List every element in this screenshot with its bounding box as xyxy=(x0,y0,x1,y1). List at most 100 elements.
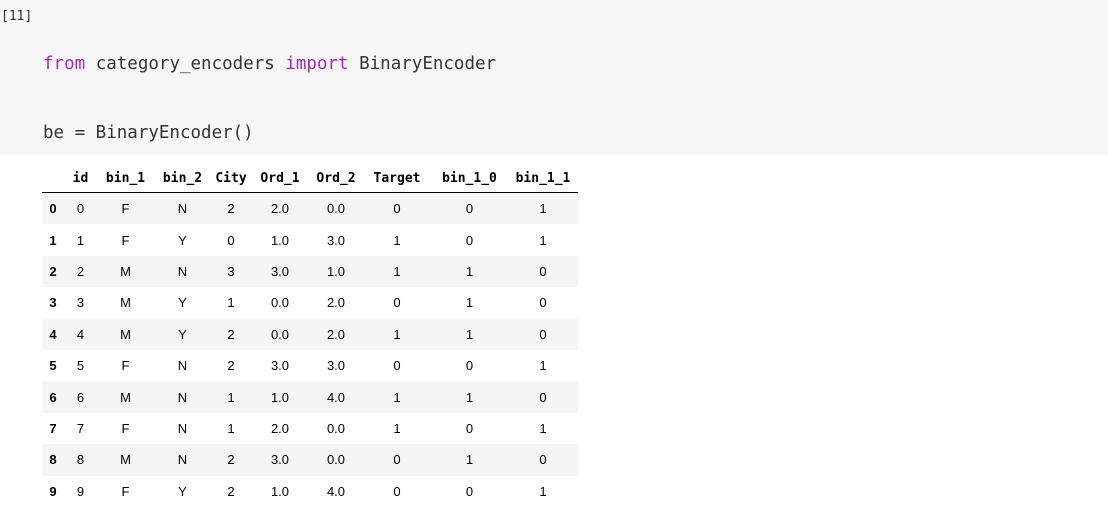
table-row: 2 2 M N 3 3.0 1.0 1 1 0 xyxy=(42,255,578,288)
cell-ord-2: 3.0 xyxy=(326,358,346,374)
cell-bin-1-0: 0 xyxy=(465,420,474,436)
import-name: BinaryEncoder xyxy=(348,54,497,74)
cell-city: 1 xyxy=(227,389,235,405)
cell-bin-1: M xyxy=(120,389,131,405)
cell-output: id bin_1 bin_2 City Ord_1 Ord_2 Target b… xyxy=(42,165,578,507)
row-index: 1 xyxy=(49,232,57,248)
cell-bin-1: F xyxy=(121,483,130,499)
column-header-city: City xyxy=(211,165,251,193)
table-header-row: id bin_1 bin_2 City Ord_1 Ord_2 Target b… xyxy=(42,165,578,193)
cell-bin-1-0: 1 xyxy=(465,389,474,405)
index-header xyxy=(42,165,64,193)
row-index: 2 xyxy=(49,263,57,279)
cell-bin-2: Y xyxy=(178,483,187,499)
cell-bin-2: N xyxy=(177,263,188,279)
cell-city: 2 xyxy=(227,201,235,217)
cell-ord-1: 3.0 xyxy=(270,452,290,468)
dataframe-table: id bin_1 bin_2 City Ord_1 Ord_2 Target b… xyxy=(42,165,578,507)
table-row: 7 7 F N 1 2.0 0.0 1 0 1 xyxy=(42,412,578,445)
cell-bin-1-0: 1 xyxy=(465,263,474,279)
cell-ord-2: 0.0 xyxy=(326,201,346,217)
cell-bin-1-0: 1 xyxy=(465,295,474,311)
cell-id: 5 xyxy=(76,358,85,374)
cell-ord-1: 0.0 xyxy=(270,326,290,342)
execution-count-prompt: [11] xyxy=(1,9,33,24)
cell-ord-2: 4.0 xyxy=(326,389,346,405)
cell-bin-1-0: 0 xyxy=(465,483,474,499)
cell-id: 4 xyxy=(76,326,85,342)
cell-bin-1: M xyxy=(120,295,131,311)
cell-ord-2: 0.0 xyxy=(326,420,346,436)
column-header-bin-2: bin_2 xyxy=(154,165,211,193)
cell-bin-2: Y xyxy=(178,295,187,311)
table-body: 0 0 F N 2 2.0 0.0 0 0 1 1 1 F Y 0 1.0 3.0 1 0 1 2 2 M N 3 3.0 1.0 1… xyxy=(42,192,578,507)
cell-target: 1 xyxy=(393,389,401,405)
cell-ord-1: 1.0 xyxy=(270,232,290,248)
cell-bin-1: M xyxy=(120,263,131,279)
cell-target: 1 xyxy=(393,326,401,342)
cell-ord-1: 3.0 xyxy=(270,358,290,374)
cell-id: 9 xyxy=(76,483,85,499)
cell-bin-2: N xyxy=(177,452,188,468)
keyword-import: import xyxy=(285,54,349,74)
code-line-2: be = BinaryEncoder() xyxy=(43,123,254,143)
cell-bin-1: F xyxy=(121,232,130,248)
cell-ord-2: 2.0 xyxy=(326,326,346,342)
cell-bin-1-1: 1 xyxy=(539,483,547,499)
table-row: 4 4 M Y 2 0.0 2.0 1 1 0 xyxy=(42,318,578,350)
cell-city: 2 xyxy=(227,326,235,342)
code-cell-input[interactable]: [11] from category_encoders import Binar… xyxy=(0,0,1108,350)
table-row: 5 5 F N 2 3.0 3.0 0 0 1 xyxy=(42,349,578,382)
column-header-bin-1: bin_1 xyxy=(97,165,154,193)
cell-bin-1-0: 1 xyxy=(465,452,474,468)
cell-bin-1-0: 0 xyxy=(465,358,474,374)
cell-bin-2: Y xyxy=(178,326,187,342)
table-row: 9 9 F Y 2 1.0 4.0 0 0 1 xyxy=(42,475,578,507)
column-header-ord-2: Ord_2 xyxy=(309,165,363,193)
cell-bin-1-0: 0 xyxy=(465,232,474,248)
row-index: 5 xyxy=(49,358,57,374)
cell-ord-1: 3.0 xyxy=(270,263,290,279)
module-name: category_encoders xyxy=(85,54,286,74)
row-index: 6 xyxy=(49,389,57,405)
cell-id: 3 xyxy=(76,295,85,311)
table-row: 3 3 M Y 1 0.0 2.0 0 1 0 xyxy=(42,287,578,319)
cell-bin-2: N xyxy=(177,201,188,217)
cell-ord-1: 0.0 xyxy=(270,295,290,311)
cell-city: 0 xyxy=(227,232,235,248)
cell-bin-1-1: 0 xyxy=(539,326,547,342)
cell-bin-1: M xyxy=(120,326,131,342)
table-row: 6 6 M N 1 1.0 4.0 1 1 0 xyxy=(42,381,578,413)
cell-ord-2: 2.0 xyxy=(326,295,346,311)
cell-target: 0 xyxy=(393,483,401,499)
keyword-from: from xyxy=(43,54,86,74)
cell-bin-1-1: 0 xyxy=(539,295,547,311)
row-index: 8 xyxy=(49,452,57,468)
row-index: 7 xyxy=(49,420,57,436)
cell-city: 2 xyxy=(227,358,235,374)
cell-bin-1: F xyxy=(121,420,130,436)
cell-target: 1 xyxy=(393,420,401,436)
cell-bin-1-1: 1 xyxy=(539,201,547,217)
column-header-id: id xyxy=(64,165,97,193)
cell-bin-1-1: 0 xyxy=(539,452,547,468)
cell-bin-1-1: 1 xyxy=(539,232,547,248)
cell-city: 2 xyxy=(227,483,235,499)
cell-ord-2: 0.0 xyxy=(326,452,346,468)
cell-ord-1: 2.0 xyxy=(270,201,290,217)
cell-bin-1-0: 1 xyxy=(465,326,474,342)
cell-id: 0 xyxy=(76,201,85,217)
row-index: 9 xyxy=(49,483,57,499)
code-line-1: from category_encoders import BinaryEnco… xyxy=(43,53,496,76)
cell-target: 0 xyxy=(393,358,401,374)
cell-ord-1: 1.0 xyxy=(270,483,290,499)
cell-bin-1: M xyxy=(120,452,131,468)
cell-bin-1-0: 0 xyxy=(465,201,474,217)
cell-bin-2: N xyxy=(177,358,188,374)
cell-bin-2: N xyxy=(177,420,188,436)
cell-id: 7 xyxy=(76,420,85,436)
cell-target: 0 xyxy=(393,452,401,468)
row-index: 3 xyxy=(49,295,57,311)
cell-target: 0 xyxy=(393,201,401,217)
cell-bin-1-1: 0 xyxy=(539,389,547,405)
